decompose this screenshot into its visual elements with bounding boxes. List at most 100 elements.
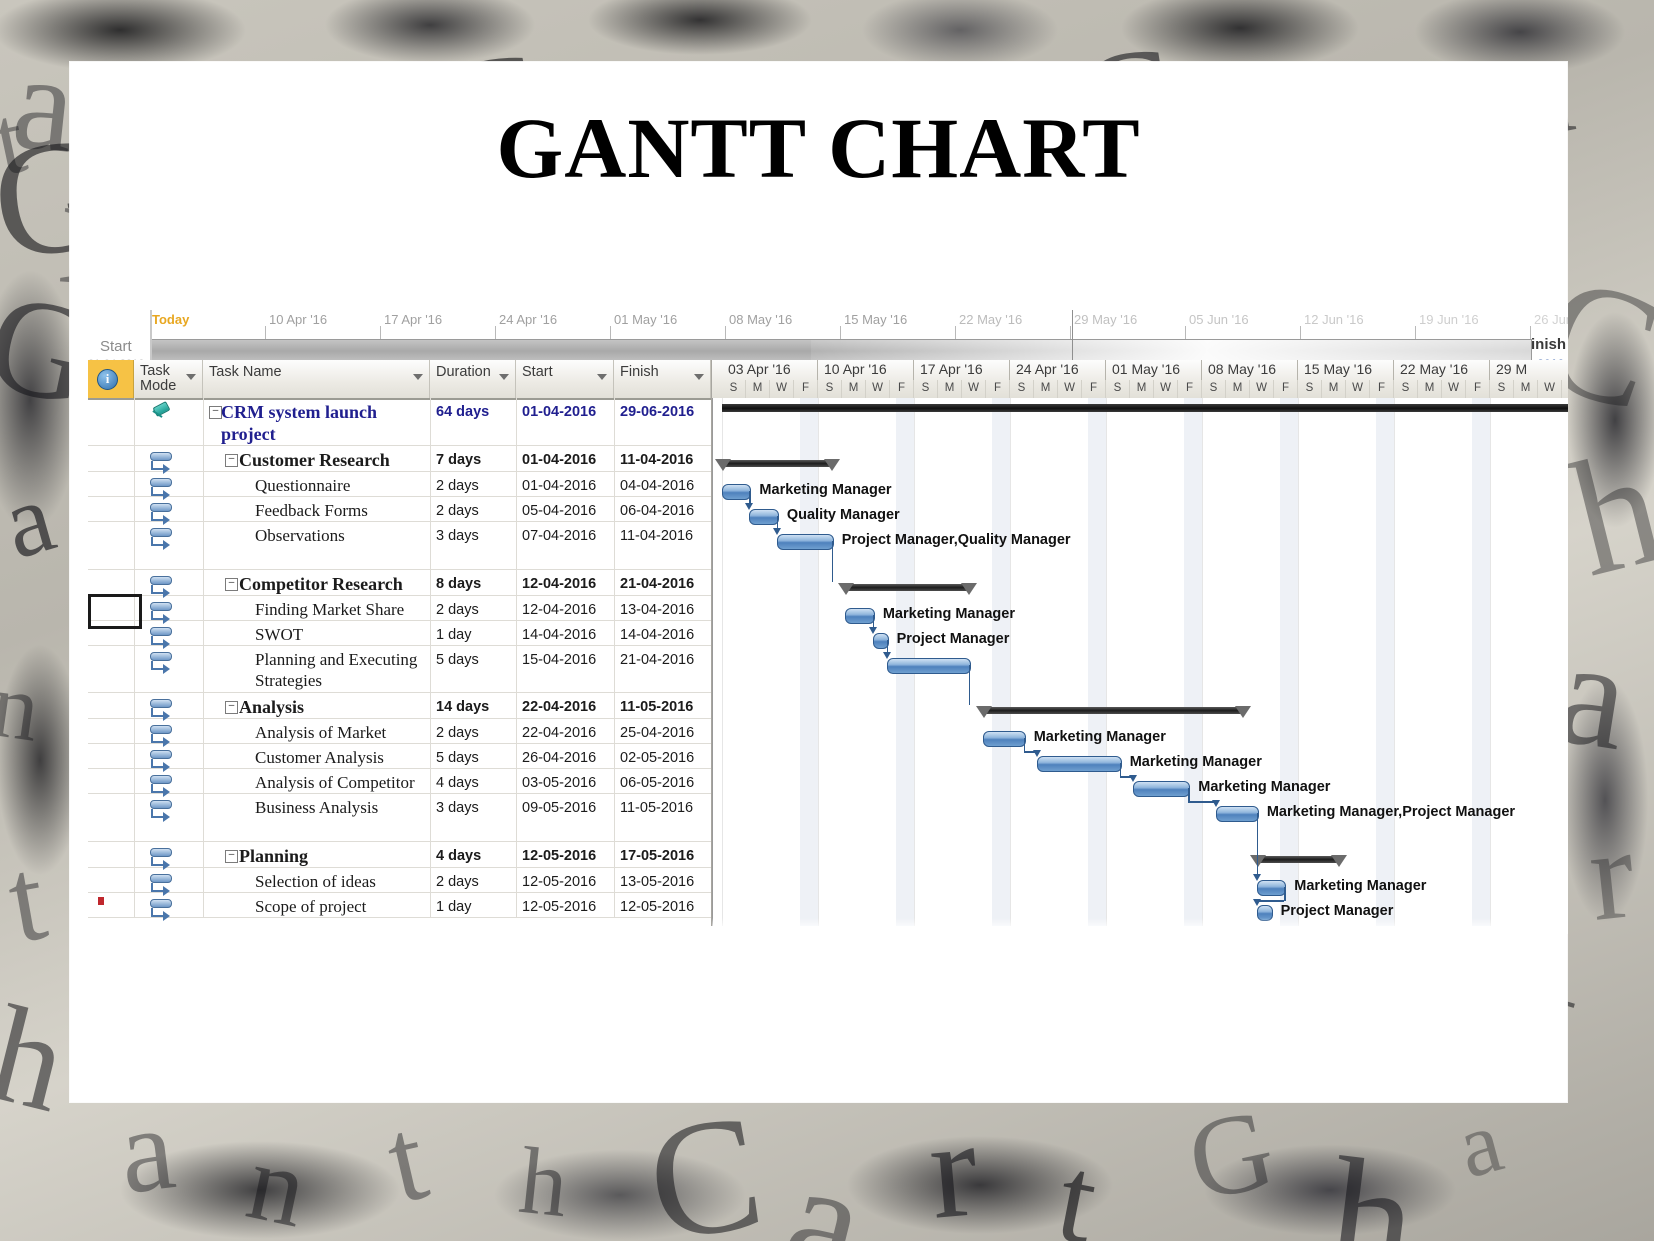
collapse-expander[interactable]: – bbox=[209, 406, 222, 419]
task-start-cell[interactable]: 22-04-2016 bbox=[516, 693, 615, 718]
task-name-cell[interactable]: Planning and Executing Strategies bbox=[203, 646, 431, 692]
task-bar[interactable] bbox=[1133, 781, 1191, 797]
task-start-cell[interactable]: 12-05-2016 bbox=[516, 893, 615, 917]
chevron-down-icon[interactable] bbox=[597, 374, 607, 380]
row-info-cell[interactable] bbox=[88, 522, 135, 569]
task-start-cell[interactable]: 05-04-2016 bbox=[516, 497, 615, 521]
collapse-expander[interactable]: – bbox=[225, 578, 238, 591]
task-name-cell[interactable]: Scope of project bbox=[203, 893, 431, 917]
task-mode-cell[interactable] bbox=[134, 719, 204, 747]
row-info-cell[interactable] bbox=[88, 398, 135, 445]
task-finish-cell[interactable]: 21-04-2016 bbox=[614, 570, 713, 595]
task-start-cell[interactable]: 01-04-2016 bbox=[516, 446, 615, 471]
task-mode-cell[interactable] bbox=[134, 570, 204, 598]
task-duration-cell[interactable]: 2 days bbox=[430, 868, 517, 892]
task-finish-cell[interactable]: 06-04-2016 bbox=[614, 497, 713, 521]
chevron-down-icon[interactable] bbox=[499, 374, 509, 380]
task-start-cell[interactable]: 01-04-2016 bbox=[516, 472, 615, 496]
task-start-cell[interactable]: 01-04-2016 bbox=[516, 398, 615, 445]
chevron-down-icon[interactable] bbox=[186, 374, 196, 380]
task-bar[interactable] bbox=[749, 509, 779, 525]
task-start-cell[interactable]: 22-04-2016 bbox=[516, 719, 615, 743]
task-finish-cell[interactable]: 29-06-2016 bbox=[614, 398, 713, 445]
task-finish-cell[interactable]: 14-04-2016 bbox=[614, 621, 713, 645]
table-row[interactable]: Observations 3 days 07-04-2016 11-04-2016 bbox=[88, 522, 713, 570]
task-duration-cell[interactable]: 3 days bbox=[430, 794, 517, 841]
task-name-cell[interactable]: – Analysis bbox=[203, 693, 431, 718]
row-info-cell[interactable] bbox=[88, 842, 135, 867]
table-row[interactable]: – Competitor Research 8 days 12-04-2016 21-0… bbox=[88, 570, 713, 598]
task-duration-cell[interactable]: 1 day bbox=[430, 893, 517, 917]
task-mode-cell[interactable] bbox=[134, 522, 204, 569]
task-finish-cell[interactable]: 11-04-2016 bbox=[614, 522, 713, 569]
row-info-cell[interactable] bbox=[88, 794, 135, 841]
task-name-cell[interactable]: Analysis of Market bbox=[203, 719, 431, 743]
task-mode-cell[interactable] bbox=[134, 621, 204, 649]
task-bar[interactable] bbox=[722, 484, 752, 500]
task-bar[interactable] bbox=[845, 608, 875, 624]
task-finish-cell[interactable]: 25-04-2016 bbox=[614, 719, 713, 743]
task-name-cell[interactable]: Observations bbox=[203, 522, 431, 569]
row-info-cell[interactable] bbox=[88, 744, 135, 768]
task-finish-cell[interactable]: 11-05-2016 bbox=[614, 693, 713, 718]
task-bar[interactable] bbox=[1256, 880, 1287, 896]
column-header-info[interactable]: i bbox=[88, 360, 134, 398]
task-name-cell[interactable]: – Competitor Research bbox=[203, 570, 431, 595]
task-name-cell[interactable]: Business Analysis bbox=[203, 794, 431, 841]
task-duration-cell[interactable]: 2 days bbox=[430, 596, 517, 620]
task-mode-cell[interactable] bbox=[134, 472, 204, 500]
task-start-cell[interactable]: 26-04-2016 bbox=[516, 744, 615, 768]
task-duration-cell[interactable]: 8 days bbox=[430, 570, 517, 595]
task-start-cell[interactable]: 14-04-2016 bbox=[516, 621, 615, 645]
row-info-cell[interactable] bbox=[88, 497, 135, 521]
table-row[interactable]: Customer Analysis 5 days 26-04-2016 02-05-2… bbox=[88, 744, 713, 772]
column-header-task-name[interactable]: Task Name bbox=[203, 360, 430, 398]
row-info-cell[interactable] bbox=[88, 570, 135, 595]
task-start-cell[interactable]: 15-04-2016 bbox=[516, 646, 615, 692]
task-finish-cell[interactable]: 06-05-2016 bbox=[614, 769, 713, 793]
task-name-cell[interactable]: Finding Market Share bbox=[203, 596, 431, 620]
row-info-cell[interactable] bbox=[88, 769, 135, 793]
task-finish-cell[interactable]: 02-05-2016 bbox=[614, 744, 713, 768]
task-finish-cell[interactable]: 04-04-2016 bbox=[614, 472, 713, 496]
task-duration-cell[interactable]: 4 days bbox=[430, 842, 517, 867]
task-bar[interactable] bbox=[1215, 806, 1259, 822]
task-duration-cell[interactable]: 3 days bbox=[430, 522, 517, 569]
task-finish-cell[interactable]: 13-05-2016 bbox=[614, 868, 713, 892]
table-row[interactable]: Planning and Executing Strategies 5 days 1… bbox=[88, 646, 713, 693]
summary-bar[interactable] bbox=[1256, 856, 1340, 863]
task-name-cell[interactable]: – Customer Research bbox=[203, 446, 431, 471]
task-mode-cell[interactable] bbox=[134, 646, 204, 692]
task-mode-cell[interactable] bbox=[134, 446, 204, 474]
task-duration-cell[interactable]: 2 days bbox=[430, 472, 517, 496]
task-start-cell[interactable]: 03-05-2016 bbox=[516, 769, 615, 793]
collapse-expander[interactable]: – bbox=[225, 701, 238, 714]
task-mode-cell[interactable] bbox=[134, 769, 204, 797]
task-finish-cell[interactable]: 12-05-2016 bbox=[614, 893, 713, 917]
row-info-cell[interactable] bbox=[88, 719, 135, 743]
task-name-cell[interactable]: Customer Analysis bbox=[203, 744, 431, 768]
task-mode-cell[interactable] bbox=[134, 868, 204, 896]
table-row[interactable]: Analysis of Competitor 4 days 03-05-2016 06… bbox=[88, 769, 713, 797]
task-bar[interactable] bbox=[776, 534, 834, 550]
summary-bar[interactable] bbox=[982, 707, 1244, 714]
task-bar[interactable] bbox=[1037, 756, 1122, 772]
table-row[interactable]: Analysis of Market 2 days 22-04-2016 25-04-… bbox=[88, 719, 713, 747]
task-duration-cell[interactable]: 4 days bbox=[430, 769, 517, 793]
task-mode-cell[interactable] bbox=[134, 794, 204, 841]
task-duration-cell[interactable]: 2 days bbox=[430, 719, 517, 743]
collapse-expander[interactable]: – bbox=[225, 850, 238, 863]
task-start-cell[interactable]: 12-05-2016 bbox=[516, 842, 615, 867]
task-bar[interactable] bbox=[886, 658, 971, 674]
task-mode-cell[interactable] bbox=[134, 893, 204, 921]
task-duration-cell[interactable]: 5 days bbox=[430, 744, 517, 768]
table-row[interactable]: Business Analysis 3 days 09-05-2016 11-05-2… bbox=[88, 794, 713, 842]
task-name-cell[interactable]: Feedback Forms bbox=[203, 497, 431, 521]
summary-bar[interactable] bbox=[845, 584, 969, 591]
summary-bar[interactable] bbox=[722, 460, 832, 467]
table-row[interactable]: – Customer Research 7 days 01-04-2016 11-04-… bbox=[88, 446, 713, 474]
table-row[interactable]: Questionnaire 2 days 01-04-2016 04-04-2016 bbox=[88, 472, 713, 500]
table-row[interactable]: Scope of project 1 day 12-05-2016 12-05-201… bbox=[88, 893, 713, 921]
column-header-task-mode[interactable]: Task Mode bbox=[134, 360, 203, 398]
task-bar[interactable] bbox=[982, 731, 1026, 747]
